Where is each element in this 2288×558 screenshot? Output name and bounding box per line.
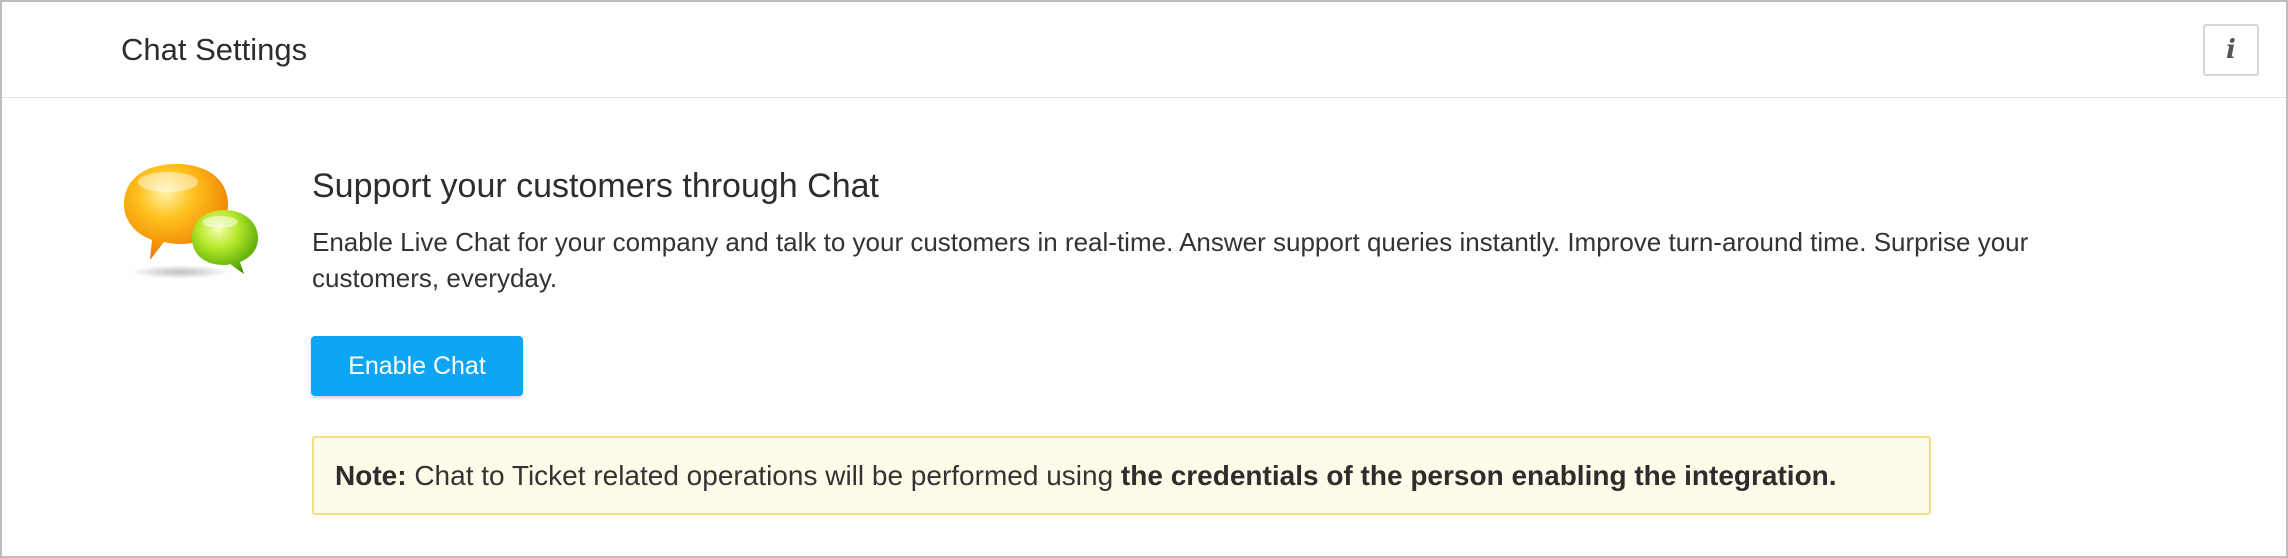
panel-header: Chat Settings i (2, 2, 2286, 98)
section-description: Enable Live Chat for your company and ta… (312, 227, 2029, 293)
enable-chat-button[interactable]: Enable Chat (311, 336, 523, 396)
note-banner: Note: Chat to Ticket related operations … (312, 436, 1931, 515)
page-title: Chat Settings (121, 32, 308, 67)
note-text: Chat to Ticket related operations will b… (406, 460, 1121, 491)
chat-settings-panel: Chat Settings i Support your customers t… (0, 0, 2288, 558)
chat-bubbles-icon (120, 160, 262, 280)
note-emphasis: the credentials of the person enabling t… (1120, 460, 1837, 491)
info-button[interactable]: i (2203, 24, 2259, 76)
info-icon: i (2226, 35, 2236, 65)
section-heading: Support your customers through Chat (312, 167, 879, 205)
note-label: Note: (335, 460, 407, 491)
